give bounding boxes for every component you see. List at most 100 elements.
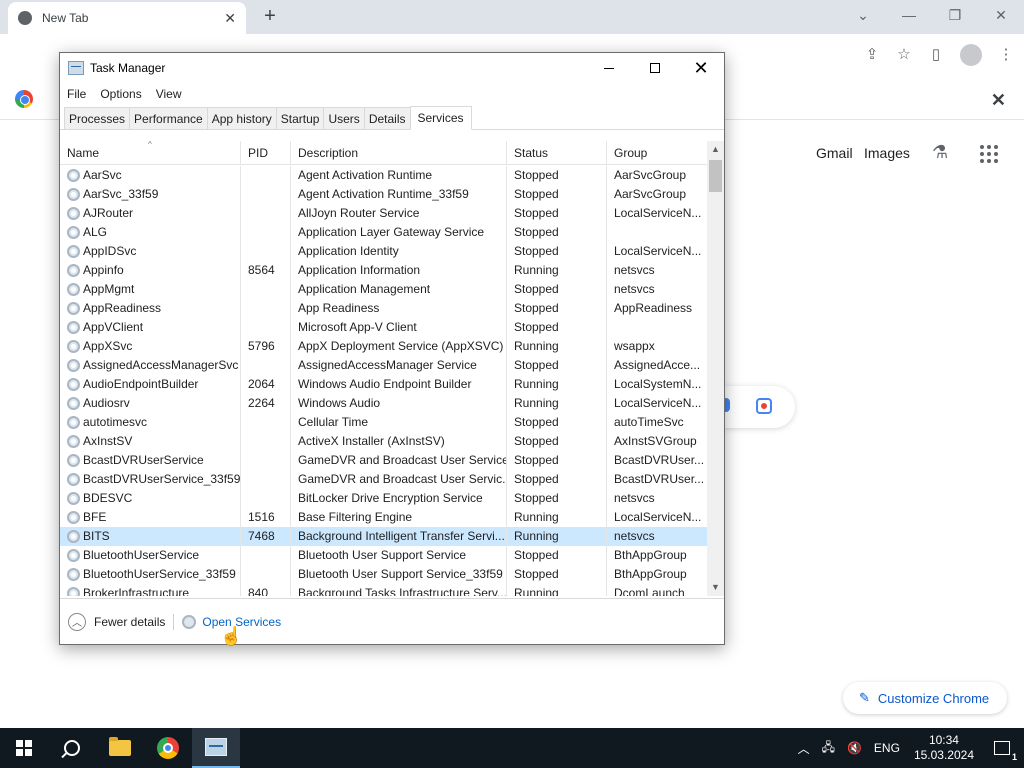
file-explorer-button[interactable] — [96, 728, 144, 768]
table-row[interactable]: AppVClient Microsoft App-V Client Stopped — [60, 318, 707, 337]
customize-chrome-button[interactable]: ✎ Customize Chrome — [843, 682, 1007, 714]
table-row[interactable]: AppMgmt Application Management Stopped nets… — [60, 280, 707, 299]
chevron-up-circle-icon[interactable]: ︿ — [68, 612, 86, 631]
service-name: Audiosrv — [83, 396, 130, 410]
table-row[interactable]: Audiosrv 2264 Windows Audio Running LocalSer… — [60, 394, 707, 413]
notification-icon[interactable]: 1 — [994, 741, 1017, 762]
table-row[interactable]: BluetoothUserService_33f59 Bluetooth User… — [60, 565, 707, 584]
tm-titlebar[interactable]: Task Manager ✕ — [60, 53, 724, 83]
table-row[interactable]: BrokerInfrastructure 840 Background Tasks … — [60, 584, 707, 596]
column-header-description[interactable]: Description — [291, 141, 507, 165]
language-indicator[interactable]: ENG — [874, 741, 900, 755]
close-window-icon[interactable]: ✕ — [978, 0, 1024, 30]
service-gear-icon — [67, 188, 80, 201]
images-link[interactable]: Images — [864, 145, 910, 161]
table-row[interactable]: BITS 7468 Background Intelligent Transfer … — [60, 527, 707, 546]
tab-performance[interactable]: Performance — [129, 107, 207, 130]
cell-pid — [241, 299, 291, 318]
table-row[interactable]: AppXSvc 5796 AppX Deployment Service (AppX… — [60, 337, 707, 356]
tm-close-button[interactable]: ✕ — [678, 53, 724, 83]
table-row[interactable]: BcastDVRUserService_33f59 GameDVR and Bro… — [60, 470, 707, 489]
table-row[interactable]: BluetoothUserService Bluetooth User Suppo… — [60, 546, 707, 565]
cell-group — [607, 223, 707, 242]
table-row[interactable]: AudioEndpointBuilder 2064 Windows Audio En… — [60, 375, 707, 394]
tab-search-icon[interactable]: ⌄ — [840, 0, 886, 30]
minimize-icon — [604, 67, 614, 69]
tm-minimize-button[interactable] — [586, 53, 632, 83]
bookmark-star-icon[interactable]: ☆ — [896, 47, 912, 63]
menu-view[interactable]: View — [149, 87, 189, 101]
cell-group: AppReadiness — [614, 301, 693, 315]
tab-users[interactable]: Users — [323, 107, 364, 130]
cell-description: Background Tasks Infrastructure Serv... — [291, 584, 507, 596]
table-row[interactable]: ALG Application Layer Gateway Service Stop… — [60, 223, 707, 242]
table-row[interactable]: AppReadiness App Readiness Stopped AppReadi… — [60, 299, 707, 318]
restore-icon[interactable]: ❐ — [932, 0, 978, 30]
side-panel-icon[interactable]: ▯ — [928, 47, 944, 63]
column-header-pid[interactable]: PID — [241, 141, 291, 165]
cell-name: BDESVC — [60, 489, 241, 508]
tab-services[interactable]: Services — [409, 106, 472, 130]
taskbar-search-button[interactable] — [48, 728, 96, 768]
network-icon[interactable]: 🖧 — [822, 738, 835, 759]
table-row[interactable]: AssignedAccessManagerSvc AssignedAccessMa… — [60, 356, 707, 375]
column-header-name[interactable]: ^ Name — [60, 141, 241, 165]
cell-name: AudioEndpointBuilder — [60, 375, 241, 394]
menu-file[interactable]: File — [60, 87, 93, 101]
profile-avatar[interactable] — [960, 44, 982, 66]
tab-details[interactable]: Details — [363, 107, 410, 130]
tm-maximize-button[interactable] — [632, 53, 678, 83]
share-icon[interactable]: ⇪ — [864, 47, 880, 63]
table-row[interactable]: AppIDSvc Application Identity Stopped Local… — [60, 242, 707, 261]
cell-name: BcastDVRUserService_33f59 — [60, 470, 241, 489]
scroll-up-icon[interactable]: ▲ — [707, 141, 724, 158]
minimize-icon[interactable]: — — [886, 0, 932, 30]
scroll-down-icon[interactable]: ▼ — [707, 579, 724, 596]
new-tab-button[interactable]: + — [258, 4, 282, 28]
table-row[interactable]: AxInstSV ActiveX Installer (AxInstSV) Stop… — [60, 432, 707, 451]
table-row[interactable]: BcastDVRUserService GameDVR and Broadcast… — [60, 451, 707, 470]
scrollbar-thumb[interactable] — [709, 160, 722, 192]
cell-status: Stopped — [507, 546, 607, 565]
table-row[interactable]: Appinfo 8564 Application Information Runnin… — [60, 261, 707, 280]
cell-status: Running — [507, 584, 607, 596]
cell-pid — [241, 280, 291, 299]
task-manager-taskbar-button[interactable] — [192, 728, 240, 768]
chrome-menu-icon[interactable]: ⋮ — [998, 47, 1014, 63]
column-header-status[interactable]: Status — [507, 141, 607, 165]
show-hidden-icons-icon[interactable]: ︿ — [798, 740, 810, 757]
tm-window-controls: ✕ — [586, 53, 724, 83]
labs-flask-icon[interactable]: ⚗ — [932, 142, 948, 163]
cell-description: App Readiness — [291, 299, 507, 318]
cell-status: Stopped — [507, 470, 607, 489]
google-apps-icon[interactable] — [980, 145, 998, 163]
table-row[interactable]: AarSvc_33f59 Agent Activation Runtime_33f… — [60, 185, 707, 204]
table-row[interactable]: BDESVC BitLocker Drive Encryption Service… — [60, 489, 707, 508]
start-button[interactable] — [0, 728, 48, 768]
clock[interactable]: 10:34 15.03.2024 — [914, 733, 974, 763]
table-row[interactable]: BFE 1516 Base Filtering Engine Running Local… — [60, 508, 707, 527]
lens-search-icon[interactable] — [756, 398, 772, 414]
chrome-taskbar-button[interactable] — [144, 728, 192, 768]
service-name: BcastDVRUserService_33f59 — [83, 472, 241, 486]
fewer-details-button[interactable]: Fewer details — [94, 615, 165, 629]
table-row[interactable]: autotimesvc Cellular Time Stopped autoTimeS… — [60, 413, 707, 432]
tab-startup[interactable]: Startup — [275, 107, 324, 130]
table-row[interactable]: AJRouter AllJoyn Router Service Stopped Loc… — [60, 204, 707, 223]
cell-pid: 2064 — [241, 375, 291, 394]
close-bar-icon[interactable]: ✕ — [991, 90, 1006, 111]
close-tab-icon[interactable]: ✕ — [224, 10, 236, 27]
cell-pid — [241, 489, 291, 508]
vertical-scrollbar[interactable]: ▲ ▼ — [707, 141, 724, 596]
gmail-link[interactable]: Gmail — [816, 145, 853, 161]
tab-processes[interactable]: Processes — [64, 107, 130, 130]
tab-app-history[interactable]: App history — [206, 107, 276, 130]
footer-separator — [173, 613, 175, 630]
volume-muted-icon[interactable]: 🔇 — [847, 741, 862, 755]
cell-description: Application Layer Gateway Service — [291, 223, 507, 242]
column-header-group[interactable]: Group — [607, 141, 707, 165]
table-row[interactable]: AarSvc Agent Activation Runtime Stopped Aar… — [60, 166, 707, 185]
menu-options[interactable]: Options — [93, 87, 148, 101]
tab-new-tab[interactable]: New Tab ✕ — [8, 2, 246, 34]
service-name: BITS — [83, 529, 110, 543]
